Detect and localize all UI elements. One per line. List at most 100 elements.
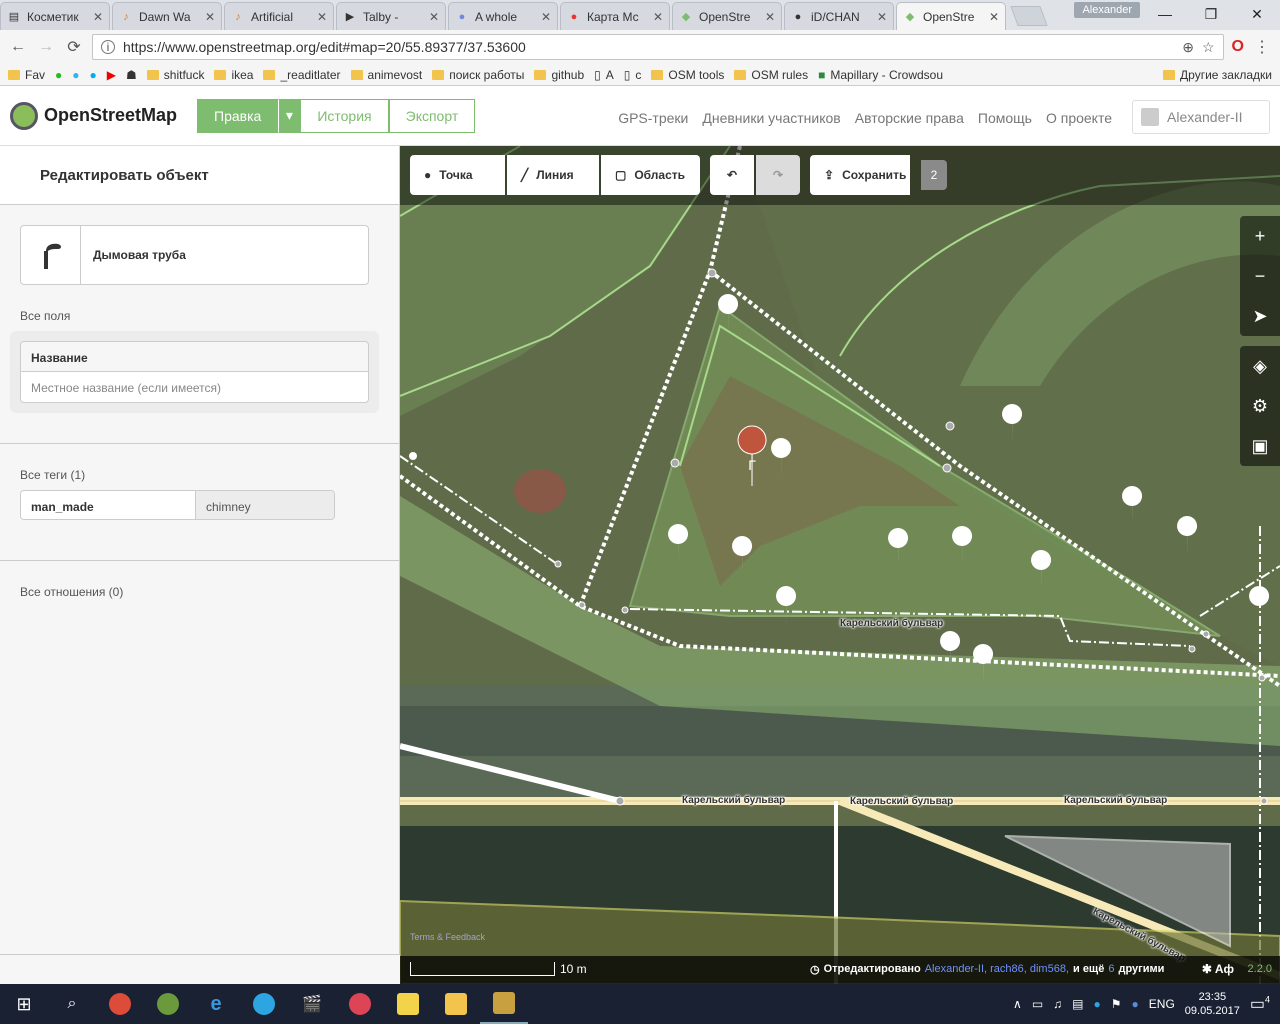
redo-button[interactable]: ↷ [756, 155, 800, 195]
browser-tab-active[interactable]: ◆ OpenStre ✕ [896, 2, 1006, 30]
close-icon[interactable]: ✕ [877, 10, 887, 24]
browser-tab[interactable]: ● A whole ✕ [448, 2, 558, 30]
paint-taskbar-item[interactable] [336, 984, 384, 1024]
all-fields-toggle[interactable]: Все поля [0, 309, 399, 323]
help-icon[interactable]: ▣ [1240, 426, 1280, 466]
browser-tab[interactable]: ● Карта Мс ✕ [560, 2, 670, 30]
add-point-button[interactable]: ● Точка [410, 155, 505, 195]
tag-value-input[interactable]: chimney [196, 491, 334, 519]
forward-icon[interactable]: → [36, 38, 56, 56]
skype-icon[interactable]: ● [90, 68, 97, 82]
bookmark-item[interactable]: _readitlater [263, 68, 341, 82]
more-count-link[interactable]: 6 [1108, 963, 1114, 976]
bookmark-item[interactable]: shitfuck [146, 68, 204, 82]
layers-icon[interactable]: ◈ [1240, 346, 1280, 386]
opera-extension-icon[interactable]: O [1232, 38, 1244, 56]
edit-button[interactable]: Правка [197, 98, 279, 133]
map-data-icon[interactable]: ⚙ [1240, 386, 1280, 426]
youtube-icon[interactable]: ▶ [107, 68, 116, 82]
url-input[interactable]: i https://www.openstreetmap.org/edit#map… [92, 34, 1224, 60]
export-button[interactable]: Экспорт [388, 98, 476, 133]
browser-tab[interactable]: ▤ Косметик ✕ [0, 2, 110, 30]
geolocate-icon[interactable]: ➤ [1240, 296, 1280, 336]
app-taskbar-item[interactable] [144, 984, 192, 1024]
whatsapp-icon[interactable]: ● [55, 68, 62, 82]
bookmark-item[interactable]: OSM rules [734, 68, 808, 82]
name-input[interactable]: Местное название (если имеется) [21, 372, 368, 402]
josm-taskbar-item[interactable] [480, 984, 528, 1024]
browser-tab[interactable]: ◆ OpenStre ✕ [672, 2, 782, 30]
bus-stop-label[interactable]: Карельский бульвар [840, 618, 943, 629]
all-tags-toggle[interactable]: Все теги (1) [0, 468, 399, 482]
undo-button[interactable]: ↶ [710, 155, 754, 195]
new-tab-button[interactable] [1010, 6, 1048, 26]
profile-badge[interactable]: Alexander [1074, 2, 1140, 18]
browser-tab[interactable]: ▶ Talby - ✕ [336, 2, 446, 30]
help-link[interactable]: Помощь [978, 110, 1032, 126]
add-line-button[interactable]: ╱ Линия [507, 155, 599, 195]
telegram-taskbar-item[interactable] [240, 984, 288, 1024]
minimize-icon[interactable]: — [1142, 0, 1188, 28]
zoom-out-icon[interactable]: − [1240, 256, 1280, 296]
close-icon[interactable]: ✕ [989, 10, 999, 24]
bookmark-item[interactable]: animevost [350, 68, 422, 82]
history-button[interactable]: История [300, 98, 389, 133]
gps-traces-link[interactable]: GPS-треки [618, 110, 688, 126]
location-icon[interactable]: ⊕ [1182, 39, 1194, 56]
menu-icon[interactable]: ⋮ [1252, 37, 1272, 57]
zoom-in-icon[interactable]: + [1240, 216, 1280, 256]
close-icon[interactable]: ✕ [541, 10, 551, 24]
start-button[interactable]: ⊞ [0, 984, 48, 1024]
flag-icon[interactable]: ⚑ [1111, 997, 1122, 1011]
network-icon[interactable]: ▤ [1072, 997, 1083, 1011]
osm-logo[interactable]: OpenStreetMap [10, 101, 177, 130]
bookmark-item-other[interactable]: Другие закладки [1163, 68, 1272, 82]
search-button[interactable]: ⌕ [48, 984, 96, 1024]
telegram-tray-icon[interactable]: ● [1094, 997, 1101, 1011]
notes-taskbar-item[interactable] [384, 984, 432, 1024]
bookmark-item[interactable]: поиск работы [432, 68, 524, 82]
about-link[interactable]: О проекте [1046, 110, 1112, 126]
version-label[interactable]: 2.2.0 [1248, 963, 1272, 975]
clock[interactable]: 23:35 09.05.2017 [1185, 990, 1240, 1018]
notifications-icon[interactable]: ▭4 [1250, 994, 1270, 1014]
tag-key-input[interactable]: man_made [21, 491, 196, 519]
bug-icon[interactable]: ☗ [126, 68, 137, 82]
terms-link[interactable]: Terms & Feedback [410, 932, 485, 942]
bookmark-item[interactable]: ▯ A [594, 68, 614, 82]
star-icon[interactable]: ☆ [1202, 39, 1215, 56]
add-area-button[interactable]: ▢ Область [601, 155, 700, 195]
bus-stop-label[interactable]: Карельский бульвар [850, 796, 953, 807]
telegram-icon[interactable]: ● [72, 68, 79, 82]
user-menu[interactable]: Alexander-II [1132, 100, 1270, 134]
info-icon[interactable]: i [101, 40, 115, 54]
chevron-up-icon[interactable]: ∧ [1013, 997, 1022, 1011]
bookmark-item[interactable]: OSM tools [651, 68, 724, 82]
bookmark-item[interactable]: ▯ c [624, 68, 642, 82]
back-icon[interactable]: ← [8, 38, 28, 56]
map-canvas[interactable]: Г ● Точка ╱ Линия ▢ Область ↶ ↷ ⇪ Сохранить … [400, 146, 1280, 984]
chrome-taskbar-item[interactable] [96, 984, 144, 1024]
edge-taskbar-item[interactable]: e [192, 984, 240, 1024]
close-icon[interactable]: ✕ [317, 10, 327, 24]
close-icon[interactable]: ✕ [653, 10, 663, 24]
edit-dropdown-icon[interactable]: ▾ [278, 98, 301, 133]
diaries-link[interactable]: Дневники участников [702, 110, 840, 126]
close-icon[interactable]: ✕ [765, 10, 775, 24]
language-toggle[interactable]: ✱ Aф [1202, 962, 1234, 976]
close-icon[interactable]: ✕ [205, 10, 215, 24]
volume-icon[interactable]: ♫ [1053, 997, 1062, 1011]
browser-tab[interactable]: ♪ Dawn Wa ✕ [112, 2, 222, 30]
explorer-taskbar-item[interactable] [432, 984, 480, 1024]
editors-link[interactable]: Alexander-II, rach86, dim568, [925, 963, 1069, 976]
save-button[interactable]: ⇪ Сохранить [810, 155, 910, 195]
browser-tab[interactable]: ♪ Artificial ✕ [224, 2, 334, 30]
bookmark-item[interactable]: Fav [8, 68, 45, 82]
bookmark-item[interactable]: ikea [214, 68, 253, 82]
close-window-icon[interactable]: ✕ [1234, 0, 1280, 28]
preset-selector[interactable]: Дымовая труба [20, 225, 369, 285]
bookmark-item[interactable]: github [534, 68, 584, 82]
browser-tab[interactable]: ● iD/CHAN ✕ [784, 2, 894, 30]
copyright-link[interactable]: Авторские права [855, 110, 964, 126]
all-relations-toggle[interactable]: Все отношения (0) [0, 585, 399, 599]
